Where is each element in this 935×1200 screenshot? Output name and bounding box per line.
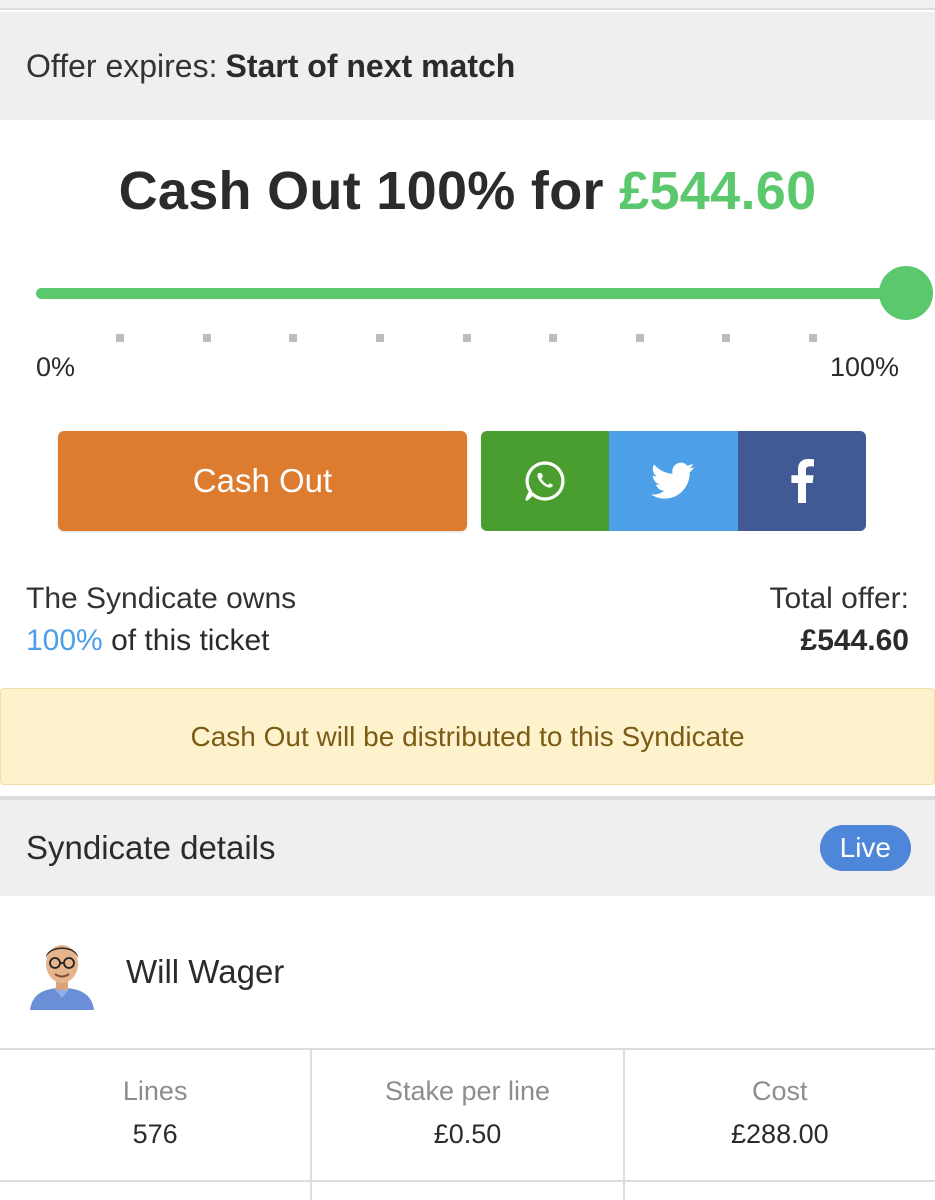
- cashout-headline: Cash Out 100% for £544.60: [0, 160, 935, 222]
- offer-expiry-bar: Offer expires: Start of next match: [0, 12, 935, 120]
- stat-value: £288.00: [731, 1119, 829, 1149]
- cashout-amount: £544.60: [619, 161, 817, 221]
- share-buttons: [481, 431, 866, 531]
- stat-label: Lines: [122, 1076, 188, 1106]
- slider-handle[interactable]: [879, 266, 933, 320]
- stat-label: Stake per line: [384, 1076, 551, 1106]
- slider-min-label: 0%: [36, 352, 76, 382]
- syndicate-details-header: Syndicate details Live: [0, 800, 935, 896]
- offer-expiry-label: Offer expires:: [26, 47, 218, 84]
- stat-cost: Cost £288.00: [625, 1050, 935, 1200]
- share-twitter-button[interactable]: [609, 431, 738, 531]
- slider-tick: [722, 334, 731, 342]
- share-whatsapp-button[interactable]: [481, 431, 610, 531]
- slider-tick: [809, 334, 817, 342]
- slider-tick: [116, 334, 124, 342]
- status-badge: Live: [819, 825, 911, 871]
- ownership-suffix: of this ticket: [102, 624, 270, 657]
- whatsapp-icon: [525, 461, 565, 501]
- stat-value: £0.50: [433, 1119, 502, 1149]
- stat-label: Cost: [752, 1076, 808, 1106]
- cash-out-button[interactable]: Cash Out: [58, 431, 467, 531]
- offer-expiry-value: Start of next match: [225, 47, 516, 84]
- slider-tick: [375, 334, 384, 342]
- slider-fill: [36, 288, 906, 299]
- slider-max-label: 100%: [829, 352, 899, 382]
- facebook-icon: [791, 459, 814, 503]
- slider-ticks: [0, 334, 935, 344]
- stat-value: 576: [132, 1119, 178, 1149]
- syndicate-owner[interactable]: Will Wager: [0, 896, 935, 1048]
- distribution-notice: Cash Out will be distributed to this Syn…: [0, 688, 935, 785]
- slider-tick: [202, 334, 211, 342]
- slider-tick: [549, 334, 558, 342]
- slider-tick: [462, 334, 471, 342]
- syndicate-details-title: Syndicate details: [26, 829, 276, 866]
- ownership-line: The Syndicate owns: [26, 582, 297, 615]
- slider-tick: [289, 334, 298, 342]
- twitter-icon: [651, 462, 695, 499]
- owner-name: Will Wager: [126, 953, 285, 990]
- stat-lines: Lines 576: [0, 1050, 313, 1200]
- ownership-info: The Syndicate owns 100% of this ticket: [26, 578, 296, 662]
- slider-tick: [635, 334, 644, 342]
- top-divider: [0, 0, 935, 10]
- stats-bottom-divider: [0, 1180, 935, 1182]
- cashout-headline-text: Cash Out 100% for: [118, 161, 620, 221]
- syndicate-stats: Lines 576 Stake per line £0.50 Cost £288…: [0, 1048, 935, 1200]
- avatar: [30, 945, 94, 1010]
- ownership-percent: 100%: [26, 624, 103, 657]
- cashout-percentage-slider[interactable]: [36, 266, 933, 320]
- stat-stake-per-line: Stake per line £0.50: [312, 1050, 625, 1200]
- total-offer-amount: £544.60: [800, 624, 909, 657]
- total-offer-label: Total offer:: [769, 582, 909, 615]
- total-offer: Total offer: £544.60: [769, 578, 909, 662]
- share-facebook-button[interactable]: [737, 431, 866, 531]
